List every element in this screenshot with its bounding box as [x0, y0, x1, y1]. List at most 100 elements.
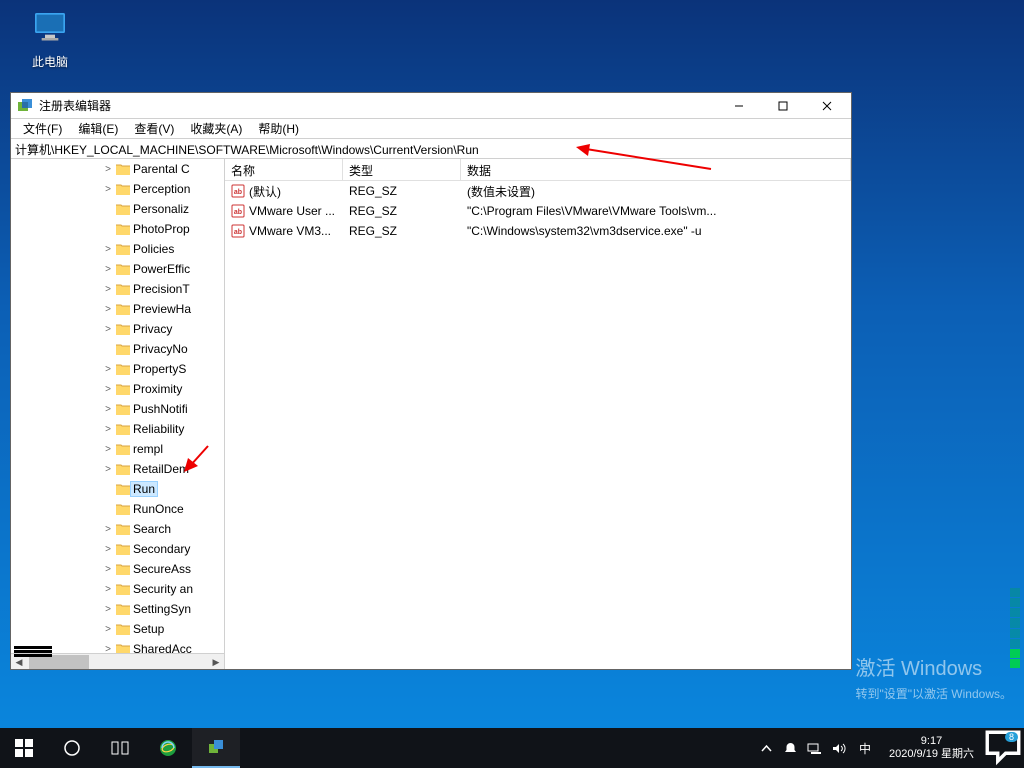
task-view-button[interactable] — [96, 728, 144, 768]
tree-item-label: Proximity — [133, 382, 182, 396]
tree-item[interactable]: > RetailDem — [101, 459, 224, 479]
tree-item[interactable]: > Proximity — [101, 379, 224, 399]
tree-item[interactable]: > PowerEffic — [101, 259, 224, 279]
value-row[interactable]: ab (默认)REG_SZ(数值未设置) — [225, 181, 851, 201]
value-row[interactable]: abVMware User ...REG_SZ"C:\Program Files… — [225, 201, 851, 221]
regedit-taskbar-button[interactable] — [192, 728, 240, 768]
expand-icon[interactable]: > — [101, 384, 115, 395]
tree-item[interactable]: >SettingSyn — [101, 599, 224, 619]
scroll-right-icon[interactable]: ▶ — [208, 654, 224, 669]
tree-item[interactable]: >Secondary — [101, 539, 224, 559]
tree-item-label: RetailDem — [133, 462, 189, 476]
expand-icon[interactable]: > — [101, 244, 115, 255]
value-row[interactable]: abVMware VM3...REG_SZ"C:\Windows\system3… — [225, 221, 851, 241]
tree-item[interactable]: > PreviewHa — [101, 299, 224, 319]
action-center-button[interactable]: 8 — [982, 728, 1024, 768]
monitor-icon — [30, 8, 70, 48]
col-data[interactable]: 数据 — [461, 159, 851, 180]
network-icon[interactable] — [807, 741, 822, 756]
tree-item[interactable]: > Reliability — [101, 419, 224, 439]
menu-edit[interactable]: 编辑(E) — [70, 118, 126, 139]
tree-item-label: Search — [133, 522, 171, 536]
clock[interactable]: 9:17 2020/9/19 星期六 — [881, 735, 982, 761]
expand-icon[interactable]: > — [101, 184, 115, 195]
tree-item[interactable]: >PrecisionT — [101, 279, 224, 299]
tree-item-label: SecureAss — [133, 562, 191, 576]
folder-icon — [115, 402, 131, 416]
expand-icon[interactable]: > — [101, 364, 115, 375]
notifications-icon[interactable] — [783, 741, 798, 756]
menu-view[interactable]: 查看(V) — [126, 118, 182, 139]
tree-item-label: PowerEffic — [133, 262, 190, 276]
menu-help[interactable]: 帮助(H) — [250, 118, 307, 139]
value-type: REG_SZ — [343, 184, 461, 198]
titlebar[interactable]: 注册表编辑器 — [11, 93, 851, 119]
tree-pane[interactable]: > Parental C >PerceptionPersonalizPhotoPro… — [11, 159, 225, 669]
tree-item-label: Policies — [133, 242, 174, 256]
regedit-icon — [17, 98, 33, 114]
expand-icon[interactable]: > — [101, 304, 115, 315]
expand-icon[interactable]: > — [101, 584, 115, 595]
menu-favorites[interactable]: 收藏夹(A) — [182, 118, 250, 139]
minimize-button[interactable] — [717, 93, 761, 119]
tree-item-label: Reliability — [133, 422, 184, 436]
tree-item[interactable]: Personaliz — [101, 199, 224, 219]
tree-item[interactable]: > PushNotifi — [101, 399, 224, 419]
tree-item[interactable]: > Parental C — [101, 159, 224, 179]
tree-item[interactable]: >Privacy — [101, 319, 224, 339]
ime-indicator[interactable]: 中 — [855, 740, 875, 757]
tree-item-label: PropertyS — [133, 362, 186, 376]
cortana-button[interactable] — [48, 728, 96, 768]
this-pc-icon[interactable]: 此电脑 — [20, 8, 80, 70]
expand-icon[interactable]: > — [101, 564, 115, 575]
expand-icon[interactable]: > — [101, 544, 115, 555]
tree-item[interactable]: >Setup — [101, 619, 224, 639]
expand-icon[interactable]: > — [101, 324, 115, 335]
expand-icon[interactable]: > — [101, 604, 115, 615]
list-header[interactable]: 名称 类型 数据 — [225, 159, 851, 181]
volume-icon[interactable] — [831, 741, 846, 756]
tree-item[interactable]: > SecureAss — [101, 559, 224, 579]
folder-icon — [115, 162, 131, 176]
tree-item[interactable]: >Perception — [101, 179, 224, 199]
tree-item-label: PreviewHa — [133, 302, 191, 316]
col-type[interactable]: 类型 — [343, 159, 461, 180]
tree-item[interactable]: >rempl — [101, 439, 224, 459]
tree-item[interactable]: PhotoProp — [101, 219, 224, 239]
expand-icon[interactable]: > — [101, 444, 115, 455]
system-tray[interactable]: 中 — [753, 740, 881, 757]
tree-item[interactable]: Run — [101, 479, 224, 499]
tree-item[interactable]: > Search — [101, 519, 224, 539]
tree-item-label: Parental C — [133, 162, 190, 176]
start-button[interactable] — [0, 728, 48, 768]
svg-text:ab: ab — [234, 189, 242, 196]
expand-icon[interactable]: > — [101, 284, 115, 295]
clock-time: 9:17 — [889, 735, 974, 748]
expand-icon[interactable]: > — [101, 464, 115, 475]
ie-taskbar-button[interactable] — [144, 728, 192, 768]
tree-item[interactable]: > PropertyS — [101, 359, 224, 379]
expand-icon[interactable]: > — [101, 164, 115, 175]
col-name[interactable]: 名称 — [225, 159, 343, 180]
address-bar[interactable]: 计算机\HKEY_LOCAL_MACHINE\SOFTWARE\Microsof… — [11, 139, 851, 159]
tree-item[interactable]: RunOnce — [101, 499, 224, 519]
expand-icon[interactable]: > — [101, 404, 115, 415]
tray-chevron-up-icon[interactable] — [759, 741, 774, 756]
expand-icon[interactable]: > — [101, 624, 115, 635]
tree-item[interactable]: >Security an — [101, 579, 224, 599]
values-pane[interactable]: 名称 类型 数据 ab (默认)REG_SZ(数值未设置)abVMware Use… — [225, 159, 851, 669]
expand-icon[interactable]: > — [101, 264, 115, 275]
menu-file[interactable]: 文件(F) — [15, 118, 70, 139]
tree-item[interactable]: PrivacyNo — [101, 339, 224, 359]
close-button[interactable] — [805, 93, 849, 119]
folder-icon — [115, 382, 131, 396]
svg-text:ab: ab — [234, 229, 242, 236]
tree-item[interactable]: > Policies — [101, 239, 224, 259]
value-data: (数值未设置) — [461, 183, 851, 200]
tree-item-label: PushNotifi — [133, 402, 188, 416]
expand-icon[interactable]: > — [101, 524, 115, 535]
expand-icon[interactable]: > — [101, 424, 115, 435]
value-name: (默认) — [247, 183, 343, 200]
maximize-button[interactable] — [761, 93, 805, 119]
tree-item-label: RunOnce — [133, 502, 184, 516]
